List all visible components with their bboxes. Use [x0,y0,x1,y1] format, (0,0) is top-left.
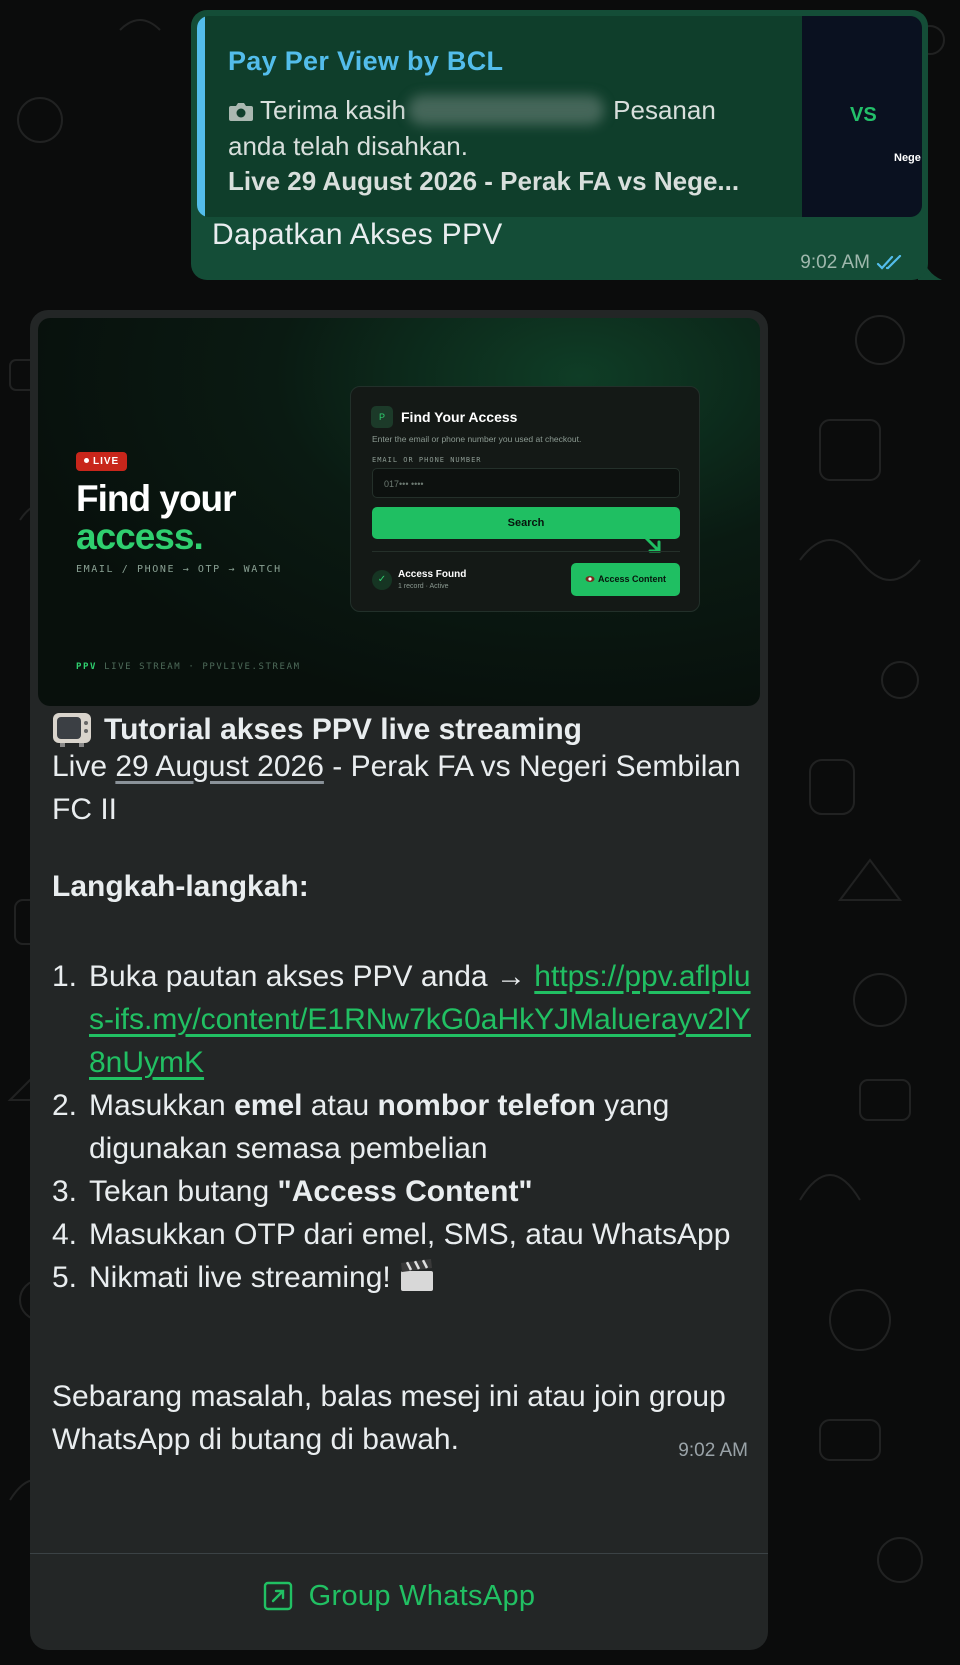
card-input: 017••• •••• [372,468,680,498]
card-field-label: EMAIL OR PHONE NUMBER [372,456,482,464]
step-text: Nikmati live streaming! [89,1256,752,1299]
card-description: Enter the email or phone number you used… [372,434,582,444]
quote-text: Terima kasih Pesanan anda telah disahkan… [228,92,748,164]
steps-heading: Langkah-langkah: [52,870,309,903]
quote-thumbnail: VS Nege [802,16,922,217]
hero-subtitle: EMAIL / PHONE → OTP → WATCH [76,564,282,575]
step-2-bold1: emel [234,1089,303,1122]
camera-icon [229,103,253,121]
step-item: 1. Buka pautan akses PPV anda → https://… [52,955,752,1084]
quote-author: Pay Per View by BCL [228,46,504,76]
closing-text: Sebarang masalah, balas mesej ini atau j… [52,1380,726,1456]
step-text: Buka pautan akses PPV anda → https://ppv… [89,955,752,1084]
message-title-text: Tutorial akses PPV live streaming [104,713,582,746]
outgoing-message-text: Dapatkan Akses PPV [212,218,503,251]
step-text: Masukkan OTP dari emel, SMS, atau WhatsA… [89,1218,731,1251]
step-3-part1: Tekan butang [89,1175,278,1208]
step-1-text: Buka pautan akses PPV anda → [89,960,535,993]
step-3-bold1: "Access Content" [277,1175,533,1208]
hero-title-line1: Find your [76,478,237,519]
thumbnail-team-label: Nege [894,152,921,164]
live-badge: LIVE [76,452,128,471]
card-logo-icon: P [371,406,393,428]
event-date[interactable]: 29 August 2026 [115,750,324,783]
group-whatsapp-button[interactable]: Group WhatsApp [30,1554,768,1638]
step-number: 2. [52,1089,78,1122]
live-badge-label: LIVE [93,456,120,467]
hero-title-line2: access. [76,516,204,557]
step-item: 3. Tekan butang "Access Content" [52,1170,752,1213]
step-2-part2: atau [302,1089,378,1122]
step-number: 3. [52,1175,78,1208]
event-line-prefix: Live [52,750,116,783]
step-2-part1: Masukkan [89,1089,235,1122]
quoted-message[interactable]: Pay Per View by BCL Terima kasih Pesanan… [197,16,922,217]
card-access-content-button: Access Content [571,563,680,596]
step-text: Tekan butang "Access Content" [89,1170,752,1213]
check-icon: ✓ [372,570,392,590]
preview-footer: PPV LIVE STREAM · PPVLIVE.STREAM [76,662,301,672]
step-number: 5. [52,1261,78,1294]
incoming-message-bubble[interactable]: LIVE Find your access. EMAIL / PHONE → O… [30,310,768,1650]
link-preview-image[interactable]: LIVE Find your access. EMAIL / PHONE → O… [38,318,760,706]
thumbnail-vs-label: VS [850,104,877,126]
quote-text-start: Terima kasih [260,95,406,125]
card-divider [372,551,680,552]
step-item: 4. Masukkan OTP dari emel, SMS, atau Wha… [52,1213,752,1256]
eye-icon [585,575,595,582]
card-title: Find Your Access [401,409,518,425]
pointer-arrow-icon [643,535,661,553]
redacted-name [407,95,604,125]
event-line: Live 29 August 2026 - Perak FA vs Negeri… [52,745,752,831]
step-text: Masukkan emel atau nombor telefon yang d… [89,1084,752,1170]
card-access-content-label: Access Content [597,574,667,584]
preview-footer-brand: PPV [76,662,98,672]
step-5-text: Nikmati live streaming! [89,1261,400,1294]
television-icon [53,713,91,747]
group-whatsapp-label: Group WhatsApp [308,1579,536,1612]
double-check-icon [876,255,902,270]
steps-list: 1. Buka pautan akses PPV anda → https://… [52,955,752,1299]
access-found-subtitle: 1 record · Active [398,583,449,590]
outgoing-message-bubble[interactable]: Pay Per View by BCL Terima kasih Pesanan… [191,10,928,280]
step-item: 2. Masukkan emel atau nombor telefon yan… [52,1084,752,1170]
find-access-card: P Find Your Access Enter the email or ph… [350,386,700,612]
external-link-icon [263,1581,292,1611]
access-found-title: Access Found [398,569,467,580]
step-2-bold2: nombor telefon [377,1089,596,1122]
preview-footer-text: LIVE STREAM · PPVLIVE.STREAM [104,662,301,672]
step-number: 1. [52,960,78,993]
outgoing-message-time: 9:02 AM [800,252,870,273]
outgoing-message-meta: 9:02 AM [800,252,904,274]
incoming-message-time: 9:02 AM [678,1440,748,1461]
message-title: Tutorial akses PPV live streaming [52,712,582,748]
clapper-board-icon [401,1259,434,1291]
step-item: 5. Nikmati live streaming! [52,1256,752,1299]
quote-event: Live 29 August 2026 - Perak FA vs Nege..… [228,166,740,196]
step-number: 4. [52,1218,78,1251]
card-search-button: Search [372,507,680,539]
quote-accent-bar [197,16,205,217]
